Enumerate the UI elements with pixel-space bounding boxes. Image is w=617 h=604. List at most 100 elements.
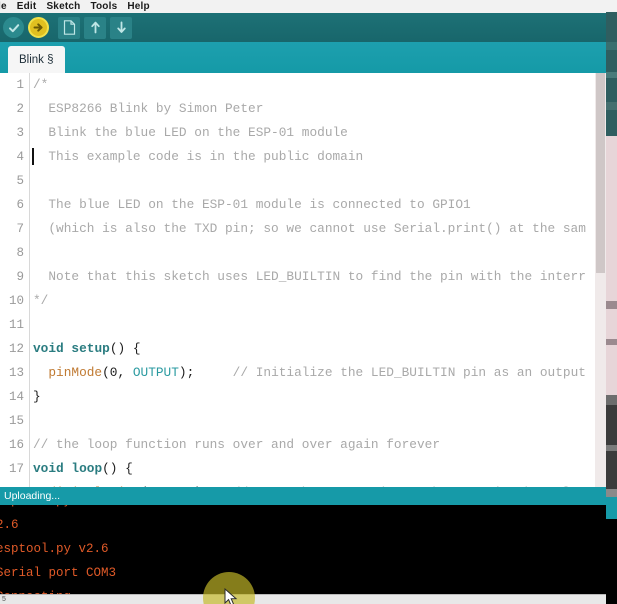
console-line: esptool.py v2.6 <box>0 542 109 556</box>
editor-scrollbar[interactable] <box>595 73 606 487</box>
code-line[interactable]: Note that this sketch uses LED_BUILTIN t… <box>30 265 606 289</box>
code-line[interactable] <box>30 409 606 433</box>
strip-seg <box>606 136 617 301</box>
arrow-right-icon <box>32 21 45 34</box>
line-number: 13 <box>8 366 24 380</box>
menu-sketch[interactable]: Sketch <box>41 0 85 13</box>
strip-seg <box>606 12 617 42</box>
code-token: The blue LED on the ESP-01 module is con… <box>33 197 471 212</box>
strip-seg <box>606 405 617 445</box>
check-icon <box>7 21 21 35</box>
code-token: pinMode <box>48 365 103 380</box>
code-line[interactable] <box>30 241 606 265</box>
bottom-bar: 5 <box>0 594 606 604</box>
code-line[interactable]: (which is also the TXD pin; so we cannot… <box>30 217 606 241</box>
code-token: (which is also the TXD pin; so we cannot… <box>33 221 586 236</box>
strip-seg <box>606 50 617 72</box>
menu-tools[interactable]: Tools <box>85 0 122 13</box>
tab-blink[interactable]: Blink § <box>8 46 65 73</box>
line-number: 2 <box>16 102 24 116</box>
code-token: Blink the blue LED on the ESP-01 module <box>33 125 348 140</box>
menu-bar: le Edit Sketch Tools Help <box>0 0 617 13</box>
arrow-down-icon <box>115 20 128 35</box>
strip-seg <box>606 497 617 519</box>
code-token: */ <box>33 293 49 308</box>
line-number: 5 <box>16 174 24 188</box>
code-token: setup <box>71 341 110 356</box>
menu-edit[interactable]: Edit <box>12 0 42 13</box>
toolbar <box>0 13 617 42</box>
line-number: 6 <box>16 198 24 212</box>
line-number: 7 <box>16 222 24 236</box>
open-button[interactable] <box>84 16 106 39</box>
line-number: 17 <box>8 462 24 476</box>
line-number: 4 <box>16 150 24 164</box>
line-number: 3 <box>16 126 24 140</box>
code-line[interactable]: pinMode(0, OUTPUT); // Initialize the LE… <box>30 361 606 385</box>
code-line[interactable] <box>30 313 606 337</box>
code-line[interactable] <box>30 169 606 193</box>
new-button[interactable] <box>58 16 80 39</box>
code-token: ); <box>178 365 195 380</box>
tab-strip: Blink § <box>0 42 617 73</box>
status-message: Uploading... <box>4 490 61 502</box>
background-window-strip <box>606 0 617 604</box>
code-editor[interactable]: 123456789101112131415161718192021 /* ESP… <box>0 73 606 487</box>
code-line[interactable]: ESP8266 Blink by Simon Peter <box>30 97 606 121</box>
status-bar: Uploading... <box>0 487 606 505</box>
code-line[interactable]: The blue LED on the ESP-01 module is con… <box>30 193 606 217</box>
console-line: esptool.py v2.6 <box>0 505 606 513</box>
strip-seg <box>606 451 617 489</box>
code-line[interactable]: // the loop function runs over and over … <box>30 433 606 457</box>
strip-seg <box>606 301 617 309</box>
upload-button[interactable] <box>28 17 49 38</box>
strip-seg <box>606 42 617 50</box>
code-line[interactable]: void setup() { <box>30 337 606 361</box>
code-line[interactable]: Blink the blue LED on the ESP-01 module <box>30 121 606 145</box>
strip-seg <box>606 0 617 12</box>
line-number: 16 <box>8 438 24 452</box>
strip-seg <box>606 309 617 339</box>
line-number: 10 <box>8 294 24 308</box>
code-line[interactable]: This example code is in the public domai… <box>30 145 606 169</box>
code-token: /* <box>33 77 49 92</box>
code-token: } <box>33 389 41 404</box>
text-caret <box>32 148 34 165</box>
menu-file-clipped[interactable]: le <box>0 0 12 13</box>
line-number: 11 <box>8 318 24 332</box>
strip-seg <box>606 102 617 110</box>
save-button[interactable] <box>110 16 132 39</box>
strip-seg <box>606 345 617 395</box>
code-token: loop <box>71 461 103 476</box>
line-number: 1 <box>16 78 24 92</box>
line-number: 15 <box>8 414 24 428</box>
code-token: (0, <box>102 365 133 380</box>
bottom-bar-text: 5 <box>2 596 6 603</box>
arrow-up-icon <box>89 20 102 35</box>
console-line: Serial port COM3 <box>0 566 117 580</box>
code-token: Note that this sketch uses LED_BUILTIN t… <box>33 269 586 284</box>
code-token: void <box>33 461 64 476</box>
code-line[interactable]: /* <box>30 73 606 97</box>
strip-seg <box>606 78 617 102</box>
line-number: 8 <box>16 246 24 260</box>
line-number: 14 <box>8 390 24 404</box>
code-line[interactable]: */ <box>30 289 606 313</box>
code-token: () { <box>109 341 141 356</box>
menu-help[interactable]: Help <box>122 0 154 13</box>
code-token: OUTPUT <box>132 365 179 380</box>
code-token: This example code is in the public domai… <box>33 149 364 164</box>
code-token: void <box>33 341 64 356</box>
document-icon <box>63 20 76 35</box>
arduino-ide-window: le Edit Sketch Tools Help <box>0 0 617 604</box>
strip-seg <box>606 519 617 604</box>
code-token: // Initialize the LED_BUILTIN pin as an … <box>194 365 586 380</box>
console-output[interactable]: esptool.py v2.6 2.6 esptool.py v2.6 Serial … <box>0 505 606 597</box>
code-content[interactable]: /* ESP8266 Blink by Simon Peter Blink th… <box>30 73 606 487</box>
verify-button[interactable] <box>3 17 24 38</box>
code-line[interactable]: } <box>30 385 606 409</box>
console-line: 2.6 <box>0 518 19 532</box>
editor-scrollbar-thumb[interactable] <box>596 73 605 273</box>
code-line[interactable]: void loop() { <box>30 457 606 481</box>
